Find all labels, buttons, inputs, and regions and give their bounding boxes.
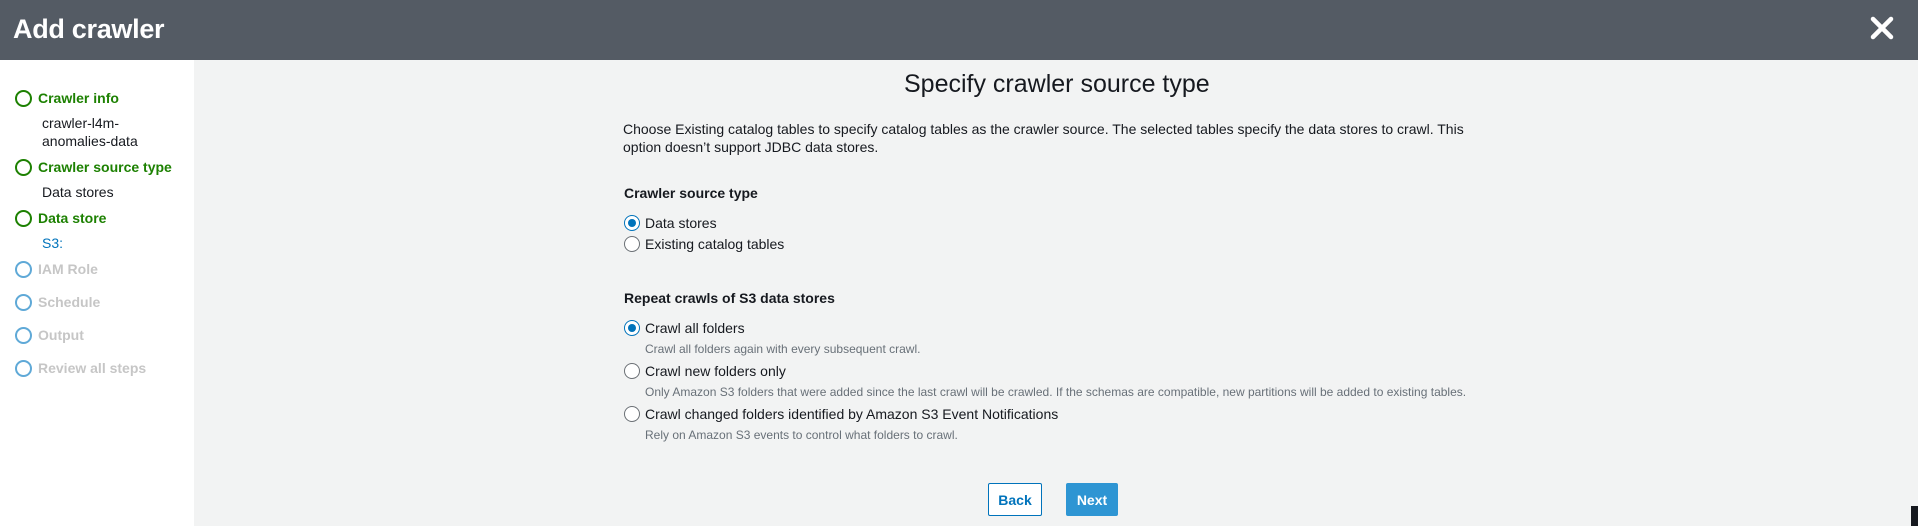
radio-help-text: Only Amazon S3 folders that were added s… — [645, 385, 1467, 399]
radio-button[interactable] — [624, 363, 640, 379]
step-crawler-source-type[interactable]: Crawler source type Data stores — [0, 157, 194, 200]
step-iam-role: IAM Role — [0, 259, 194, 279]
back-button[interactable]: Back — [988, 483, 1042, 516]
step-label: Data store — [38, 210, 107, 226]
step-label: Review all steps — [38, 360, 147, 376]
step-circle-icon — [15, 294, 32, 311]
radio-help-text: Crawl all folders again with every subse… — [645, 342, 921, 356]
radio-label[interactable]: Crawl changed folders identified by Amaz… — [645, 406, 1058, 422]
radio-button[interactable] — [624, 406, 640, 422]
step-circle-icon — [15, 159, 32, 176]
step-circle-icon — [15, 327, 32, 344]
next-button[interactable]: Next — [1066, 483, 1118, 516]
radio-help-text: Rely on Amazon S3 events to control what… — [645, 428, 958, 442]
step-label: IAM Role — [38, 261, 98, 277]
page-title: Specify crawler source type — [904, 70, 1210, 98]
radio-button[interactable] — [624, 236, 640, 252]
modal-header: Add crawler — [0, 0, 1918, 60]
step-circle-icon — [15, 90, 32, 107]
close-icon[interactable] — [1868, 14, 1896, 42]
step-label: Crawler info — [38, 90, 119, 106]
source-type-label: Crawler source type — [624, 185, 758, 201]
step-review: Review all steps — [0, 358, 194, 378]
wizard-steps-sidebar: Crawler info crawler-l4m-anomalies-data … — [0, 60, 194, 526]
step-data-store[interactable]: Data store S3: — [0, 208, 194, 251]
radio-label[interactable]: Existing catalog tables — [645, 236, 784, 252]
step-circle-icon — [15, 210, 32, 227]
radio-button[interactable] — [624, 320, 640, 336]
radio-label[interactable]: Crawl all folders — [645, 320, 745, 336]
step-circle-icon — [15, 261, 32, 278]
step-output: Output — [0, 325, 194, 345]
radio-label[interactable]: Crawl new folders only — [645, 363, 786, 379]
modal-title: Add crawler — [13, 14, 165, 44]
step-label: Crawler source type — [38, 159, 172, 175]
step-label: Output — [38, 327, 84, 343]
step-label: Schedule — [38, 294, 101, 310]
step-value: Data stores — [42, 184, 114, 200]
scrollbar-thumb[interactable] — [1911, 506, 1918, 526]
page-description: Choose Existing catalog tables to specif… — [623, 121, 1464, 155]
step-schedule: Schedule — [0, 292, 194, 312]
step-circle-icon — [15, 360, 32, 377]
radio-label[interactable]: Data stores — [645, 215, 717, 231]
step-value-link[interactable]: S3: — [42, 234, 63, 252]
repeat-crawls-label: Repeat crawls of S3 data stores — [624, 290, 835, 306]
step-value: crawler-l4m-anomalies-data — [42, 115, 138, 149]
step-crawler-info[interactable]: Crawler info crawler-l4m-anomalies-data — [0, 88, 194, 149]
radio-button[interactable] — [624, 215, 640, 231]
